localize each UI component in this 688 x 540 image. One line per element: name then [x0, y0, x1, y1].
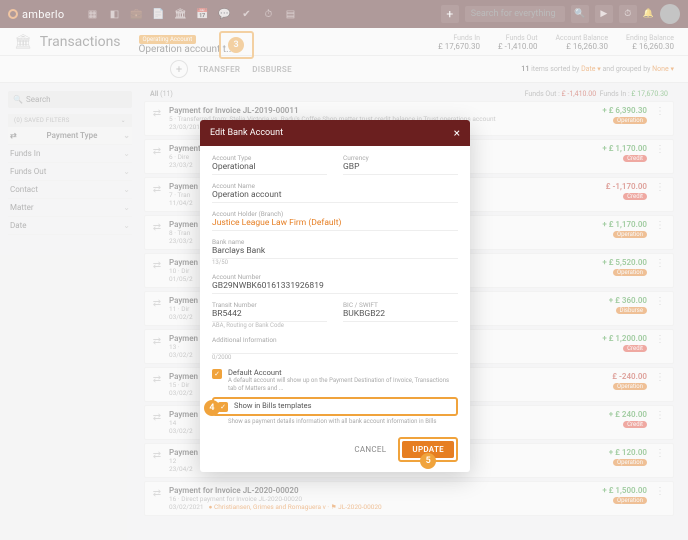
show-in-bills-row[interactable]: ✓ Show in Bills templates	[218, 401, 452, 412]
account-type-field[interactable]: Operational	[212, 162, 327, 175]
step-5-badge: 5	[420, 453, 436, 469]
account-name-label: Account Name	[212, 182, 458, 190]
default-account-row[interactable]: ✓ Default Account A default account will…	[212, 368, 458, 393]
close-icon[interactable]: ×	[454, 126, 460, 140]
bank-name-field[interactable]: Barclays Bank	[212, 246, 458, 259]
step-4-highlight: 4 ✓ Show in Bills templates	[212, 397, 458, 416]
transit-hint: ABA, Routing or Bank Code	[212, 322, 327, 329]
bank-name-label: Bank name	[212, 238, 458, 246]
account-number-field[interactable]: GB29NWBK60161331926819	[212, 281, 458, 294]
modal-footer: CANCEL UPDATE 5	[200, 429, 470, 472]
transit-number-label: Transit Number	[212, 301, 327, 309]
default-account-desc: A default account will show up on the Pa…	[228, 377, 458, 393]
currency-field[interactable]: GBP	[343, 162, 458, 175]
account-number-label: Account Number	[212, 273, 458, 281]
additional-info-label: Additional Information	[212, 336, 458, 344]
account-name-field[interactable]: Operation account	[212, 190, 458, 203]
modal-header: Edit Bank Account ×	[200, 120, 470, 146]
show-in-bills-label: Show in Bills templates	[234, 401, 311, 410]
modal-title: Edit Bank Account	[210, 128, 283, 138]
step-5-highlight: UPDATE 5	[398, 437, 458, 462]
account-type-label: Account Type	[212, 154, 327, 162]
transit-number-field[interactable]: BR5442	[212, 309, 327, 322]
bic-swift-field[interactable]: BUKBGB22	[343, 309, 458, 322]
additional-info-counter: 0/2000	[212, 354, 458, 361]
edit-bank-account-modal: Edit Bank Account × Account TypeOperatio…	[200, 120, 470, 472]
bic-swift-label: BIC / SWIFT	[343, 301, 458, 309]
default-account-checkbox[interactable]: ✓	[212, 369, 222, 379]
default-account-label: Default Account	[228, 368, 458, 377]
additional-info-field[interactable]	[212, 344, 458, 354]
currency-label: Currency	[343, 154, 458, 162]
bank-name-counter: 13/50	[212, 259, 458, 266]
step-4-badge: 4	[204, 400, 220, 416]
modal-body: Account TypeOperational CurrencyGBP Acco…	[200, 146, 470, 429]
account-holder-label: Account Holder (Branch)	[212, 210, 458, 218]
show-in-bills-desc: Show as payment details information with…	[228, 418, 458, 426]
account-holder-field[interactable]: Justice League Law Firm (Default)	[212, 218, 458, 231]
cancel-button[interactable]: CANCEL	[348, 441, 392, 458]
